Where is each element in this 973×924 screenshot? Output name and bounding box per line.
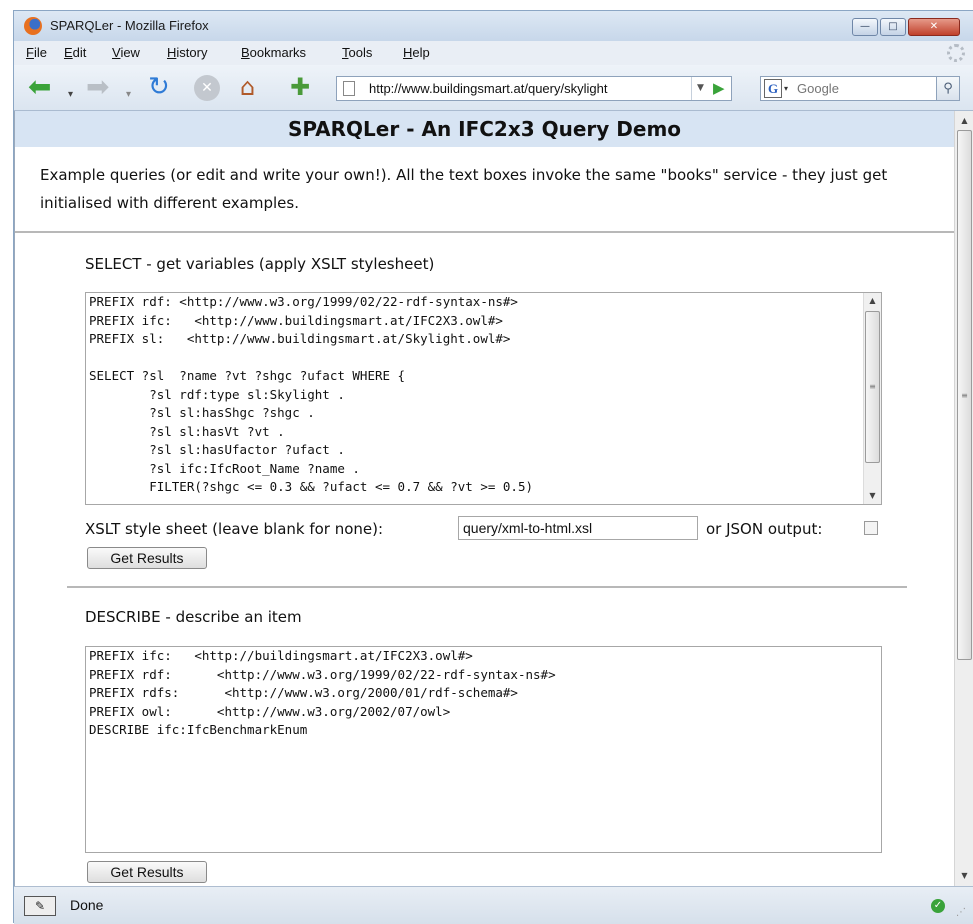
query-line[interactable]: ?sl rdf:type sl:Skylight . bbox=[86, 386, 881, 405]
back-arrow-icon[interactable]: ⬅ bbox=[28, 73, 51, 101]
query-line[interactable]: ?sl sl:hasVt ?vt . bbox=[86, 423, 881, 442]
query-line[interactable]: PREFIX rdf: <http://www.w3.org/1999/02/2… bbox=[86, 666, 881, 685]
query-line[interactable]: ?sl sl:hasUfactor ?ufact . bbox=[86, 441, 881, 460]
search-magnifier-icon[interactable]: ⚲ bbox=[936, 76, 960, 101]
query-line[interactable]: FILTER(?shgc <= 0.3 && ?ufact <= 0.7 && … bbox=[86, 478, 881, 497]
query-line[interactable]: ?sl sl:hasShgc ?shgc . bbox=[86, 404, 881, 423]
query-line[interactable]: PREFIX ifc: <http://www.buildingsmart.at… bbox=[86, 312, 881, 331]
menu-tools[interactable]: Tools bbox=[342, 45, 372, 60]
page-scroll-thumb[interactable]: ≡ bbox=[957, 130, 972, 660]
query-line[interactable]: PREFIX owl: <http://www.w3.org/2002/07/o… bbox=[86, 703, 881, 722]
query-line[interactable]: DESCRIBE ifc:IfcBenchmarkEnum bbox=[86, 721, 881, 740]
menu-bookmarks[interactable]: Bookmarks bbox=[241, 45, 306, 60]
menu-history[interactable]: History bbox=[167, 45, 207, 60]
xslt-stylesheet-input[interactable] bbox=[458, 516, 698, 540]
select-get-results-button[interactable]: Get Results bbox=[87, 547, 207, 569]
maximize-button[interactable]: □ bbox=[880, 18, 906, 36]
navigation-toolbar: ⬅ ▾ ➡ ▾ ↻ ✕ ⌂ ✚ http://www.buildingsmart… bbox=[14, 65, 973, 111]
status-bar: ✎ Done ✓ ⋰ bbox=[14, 886, 973, 924]
window-title: SPARQLer - Mozilla Firefox bbox=[50, 18, 209, 33]
search-bar[interactable]: G ▾ bbox=[760, 76, 938, 101]
title-bar: SPARQLer - Mozilla Firefox — □ ✕ bbox=[14, 11, 973, 41]
page-content: SPARQLer - An IFC2x3 Query Demo Example … bbox=[14, 111, 954, 886]
scroll-down-icon[interactable]: ▼ bbox=[864, 488, 881, 504]
firefox-logo-icon bbox=[24, 17, 42, 35]
menu-file[interactable]: File bbox=[26, 45, 47, 60]
describe-query-text[interactable]: PREFIX ifc: <http://buildingsmart.at/IFC… bbox=[86, 647, 881, 740]
activity-throbber-icon bbox=[947, 44, 965, 62]
status-text: Done bbox=[70, 897, 104, 913]
select-query-text[interactable]: PREFIX rdf: <http://www.w3.org/1999/02/2… bbox=[86, 293, 881, 497]
address-url[interactable]: http://www.buildingsmart.at/query/skylig… bbox=[369, 81, 607, 96]
scroll-up-icon[interactable]: ▲ bbox=[864, 293, 881, 309]
divider bbox=[15, 231, 954, 233]
reload-icon[interactable]: ↻ bbox=[148, 73, 170, 101]
describe-section-title: DESCRIBE - describe an item bbox=[85, 608, 302, 626]
scroll-thumb[interactable]: ≡ bbox=[865, 311, 880, 463]
json-output-checkbox[interactable] bbox=[864, 521, 878, 535]
home-icon[interactable]: ⌂ bbox=[240, 73, 255, 101]
query-line[interactable]: PREFIX rdf: <http://www.w3.org/1999/02/2… bbox=[86, 293, 881, 312]
resize-grip-icon[interactable]: ⋰ bbox=[956, 907, 972, 923]
back-history-dropdown-icon[interactable]: ▾ bbox=[68, 81, 73, 109]
page-scrollbar[interactable]: ▲ ≡ ▼ bbox=[954, 111, 973, 886]
menu-view[interactable]: View bbox=[112, 45, 140, 60]
search-input[interactable] bbox=[795, 79, 935, 98]
menu-edit[interactable]: Edit bbox=[64, 45, 86, 60]
minimize-button[interactable]: — bbox=[852, 18, 878, 36]
describe-get-results-button[interactable]: Get Results bbox=[87, 861, 207, 883]
query-line[interactable] bbox=[86, 349, 881, 368]
menu-bar: File Edit View History Bookmarks Tools H… bbox=[14, 41, 973, 65]
forward-arrow-icon[interactable]: ➡ bbox=[86, 73, 109, 101]
address-bar[interactable]: http://www.buildingsmart.at/query/skylig… bbox=[336, 76, 732, 101]
stop-icon[interactable]: ✕ bbox=[194, 75, 220, 101]
query-line[interactable]: PREFIX ifc: <http://buildingsmart.at/IFC… bbox=[86, 647, 881, 666]
intro-text: Example queries (or edit and write your … bbox=[40, 166, 888, 212]
status-edit-icon[interactable]: ✎ bbox=[24, 896, 56, 916]
search-engine-dropdown-icon[interactable]: ▾ bbox=[784, 84, 788, 93]
url-history-dropdown-icon[interactable]: ▼ bbox=[691, 77, 709, 100]
describe-query-textarea[interactable]: PREFIX ifc: <http://buildingsmart.at/IFC… bbox=[85, 646, 882, 853]
new-tab-icon[interactable]: ✚ bbox=[290, 73, 310, 101]
query-line[interactable]: PREFIX sl: <http://www.buildingsmart.at/… bbox=[86, 330, 881, 349]
forward-history-dropdown-icon[interactable]: ▾ bbox=[126, 81, 131, 109]
scroll-down-icon[interactable]: ▼ bbox=[955, 868, 973, 884]
page-title: SPARQLer - An IFC2x3 Query Demo bbox=[15, 111, 954, 147]
security-ok-icon: ✓ bbox=[931, 899, 945, 913]
scroll-up-icon[interactable]: ▲ bbox=[955, 113, 973, 129]
query-line[interactable]: PREFIX rdfs: <http://www.w3.org/2000/01/… bbox=[86, 684, 881, 703]
go-arrow-icon[interactable]: ▶ bbox=[713, 79, 725, 97]
query-line[interactable]: SELECT ?sl ?name ?vt ?shgc ?ufact WHERE … bbox=[86, 367, 881, 386]
xslt-label: XSLT style sheet (leave blank for none): bbox=[85, 520, 384, 538]
select-query-scrollbar[interactable]: ▲ ≡ ▼ bbox=[863, 293, 881, 504]
page-icon bbox=[343, 81, 355, 96]
select-query-textarea[interactable]: PREFIX rdf: <http://www.w3.org/1999/02/2… bbox=[85, 292, 882, 505]
divider bbox=[67, 586, 907, 588]
menu-help[interactable]: Help bbox=[403, 45, 430, 60]
json-output-label: or JSON output: bbox=[706, 520, 823, 538]
browser-window: SPARQLer - Mozilla Firefox — □ ✕ File Ed… bbox=[13, 10, 973, 924]
query-line[interactable]: ?sl ifc:IfcRoot_Name ?name . bbox=[86, 460, 881, 479]
close-button[interactable]: ✕ bbox=[908, 18, 960, 36]
select-section-title: SELECT - get variables (apply XSLT style… bbox=[85, 255, 435, 273]
google-engine-icon[interactable]: G bbox=[764, 79, 782, 98]
